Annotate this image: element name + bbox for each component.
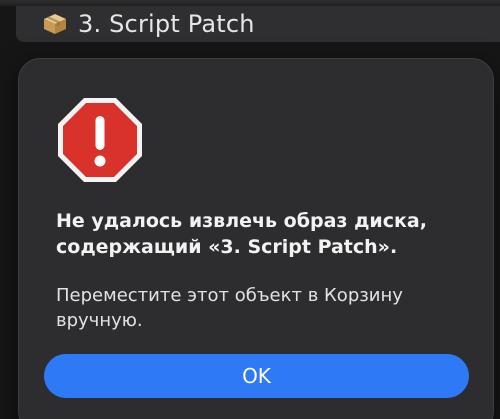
disk-image-row[interactable]: 3. Script Patch — [16, 6, 500, 42]
alert-message: Переместите этот объект в Корзину вручну… — [56, 285, 403, 331]
stop-sign-icon — [55, 95, 145, 185]
screen: 3. Script Patch Не удалось извлечь образ… — [0, 0, 500, 419]
ok-button[interactable]: OK — [44, 354, 469, 398]
disk-image-name: 3. Script Patch — [78, 10, 255, 38]
alert-title: Не удалось извлечь образ диска, содержащ… — [56, 210, 427, 258]
package-icon — [42, 12, 68, 36]
